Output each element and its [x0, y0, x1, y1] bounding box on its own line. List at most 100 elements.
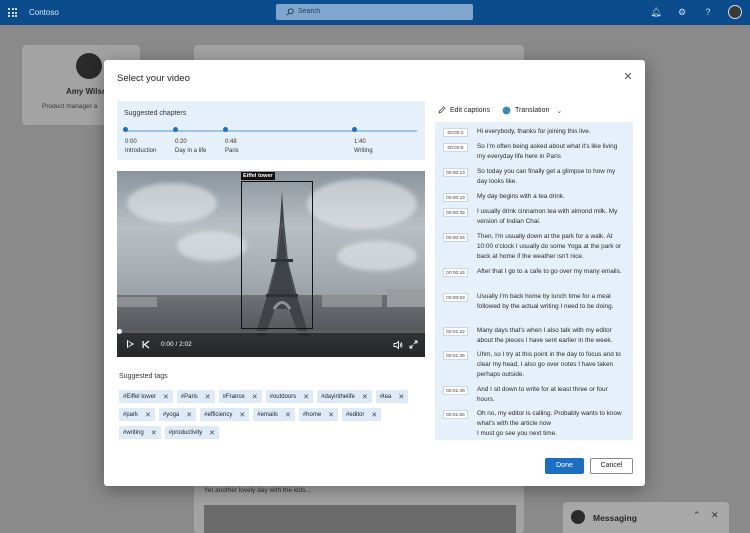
tag-chip[interactable]: #dayinthelife ✕	[317, 390, 372, 403]
tag-chip[interactable]: #productivity ✕	[164, 426, 220, 439]
building	[117, 297, 157, 307]
tag-label: #Eiffel tower	[123, 393, 156, 400]
play-icon[interactable]	[127, 340, 134, 348]
seek-bar[interactable]	[117, 329, 425, 334]
tag-label: #yoga	[162, 411, 180, 418]
remove-tag-icon[interactable]: ✕	[151, 429, 157, 437]
remove-tag-icon[interactable]: ✕	[285, 411, 291, 419]
tag-chip[interactable]: #park ✕	[119, 408, 155, 421]
caption-text: Many days that's when I also talk with m…	[477, 327, 613, 344]
chapter-name[interactable]: Day in a life	[175, 148, 206, 154]
tag-chip[interactable]: #efficiency ✕	[200, 408, 250, 421]
chapter-marker[interactable]	[352, 127, 357, 132]
remove-tag-icon[interactable]: ✕	[163, 393, 169, 401]
tag-chip[interactable]: #outdoors ✕	[265, 390, 314, 403]
skip-back-icon[interactable]	[142, 340, 150, 349]
remove-tag-icon[interactable]: ✕	[205, 393, 211, 401]
remove-tag-icon[interactable]: ✕	[303, 393, 309, 401]
caption-timestamp: 00:00:53	[443, 293, 468, 302]
edit-captions-button[interactable]: Edit captions	[438, 106, 490, 114]
tag-chip[interactable]: #writing ✕	[119, 426, 161, 439]
remove-tag-icon[interactable]: ✕	[371, 411, 377, 419]
cloud	[307, 179, 417, 229]
tags-title: Suggested tags	[119, 373, 168, 380]
tag-chip[interactable]: #Eiffel tower ✕	[119, 390, 173, 403]
tag-chip[interactable]: #France ✕	[218, 390, 262, 403]
chapter-name[interactable]: Writing	[354, 148, 373, 154]
tag-chip[interactable]: #emails ✕	[253, 408, 295, 421]
chapters-title: Suggested chapters	[124, 110, 187, 117]
tag-chip[interactable]: #yoga ✕	[158, 408, 197, 421]
chapter-name[interactable]: Paris	[225, 148, 239, 154]
chapter-name[interactable]: Introduction	[125, 148, 156, 154]
notification-bell-icon[interactable]: 🔔︎	[650, 6, 662, 18]
tag-list: #Eiffel tower ✕ #Paris ✕ #France ✕ #outdoor…	[119, 390, 419, 439]
chapter-time: 0:48	[225, 139, 237, 145]
remove-tag-icon[interactable]: ✕	[328, 411, 334, 419]
chapter-marker[interactable]	[123, 127, 128, 132]
help-icon[interactable]: ?	[702, 6, 714, 18]
chevron-up-icon[interactable]: ⌃	[693, 510, 701, 521]
playback-time: 0:00 / 2:02	[161, 341, 192, 348]
chapter-marker[interactable]	[173, 127, 178, 132]
caption-text: My day begins with a tea drink.	[477, 193, 565, 200]
tag-label: #productivity	[168, 429, 203, 436]
building	[387, 289, 425, 307]
profile-avatar	[76, 53, 102, 79]
feed-post-image	[204, 505, 516, 533]
remove-tag-icon[interactable]: ✕	[398, 393, 404, 401]
caption-text: Hi everybody, thanks for joining this li…	[477, 128, 591, 135]
remove-tag-icon[interactable]: ✕	[239, 411, 245, 419]
caption-text: So today you can finally get a glimpse t…	[477, 168, 616, 185]
close-icon[interactable]: ✕	[623, 72, 633, 83]
volume-icon[interactable]	[393, 340, 403, 350]
messaging-panel[interactable]: Messaging ⌃ ✕	[563, 502, 729, 533]
caption-timestamp: 00:00:44	[443, 268, 468, 277]
caption-timestamp: 00:01:49	[443, 386, 468, 395]
globe-icon	[502, 106, 511, 115]
caption-text: Then, I'm usually down at the park for a…	[477, 233, 622, 260]
messaging-label: Messaging	[593, 513, 637, 523]
caption-timestamp: 00:00:34	[443, 233, 468, 242]
caption-text: I usually drink cinnamon tea with almond…	[477, 208, 618, 225]
cloud	[127, 183, 217, 223]
captions-list: 00:00:2 Hi everybody, thanks for joining …	[435, 122, 633, 440]
caption-text: So I'm often being asked about what it's…	[477, 143, 618, 160]
select-video-dialog: Select your video ✕ Suggested chapters 0…	[104, 60, 645, 486]
tag-label: #editor	[346, 411, 365, 418]
search-input[interactable]: Search	[276, 4, 473, 20]
done-button[interactable]: Done	[545, 458, 584, 474]
chapters-track	[125, 130, 417, 132]
chapter-marker[interactable]	[223, 127, 228, 132]
search-icon	[286, 8, 294, 16]
tag-chip[interactable]: #home ✕	[298, 408, 339, 421]
chapter-time: 0:00	[125, 139, 137, 145]
remove-tag-icon[interactable]: ✕	[186, 411, 192, 419]
remove-tag-icon[interactable]: ✕	[252, 393, 258, 401]
cloud	[337, 241, 417, 271]
search-placeholder: Search	[298, 8, 321, 15]
remove-tag-icon[interactable]: ✕	[145, 411, 151, 419]
user-avatar[interactable]	[728, 5, 742, 19]
caption-timestamp: 00:00:6	[443, 143, 468, 152]
tag-label: #tea	[379, 393, 392, 400]
brand-name[interactable]: Contoso	[29, 8, 59, 17]
seek-knob[interactable]	[117, 329, 122, 334]
remove-tag-icon[interactable]: ✕	[362, 393, 368, 401]
gear-icon[interactable]: ⚙	[676, 6, 688, 18]
tag-chip[interactable]: #tea ✕	[375, 390, 409, 403]
caption-text: After that I go to a cafe to go over my …	[477, 268, 622, 275]
feed-post-text: Yet another lovely day with the kids...	[204, 487, 311, 494]
building	[322, 295, 382, 307]
edit-captions-label: Edit captions	[450, 106, 491, 114]
close-icon[interactable]: ✕	[711, 510, 719, 521]
app-launcher-icon[interactable]	[8, 8, 17, 17]
caption-text: And I sit down to write for at least thr…	[477, 386, 608, 403]
tag-chip[interactable]: #Paris ✕	[176, 390, 215, 403]
fullscreen-icon[interactable]	[409, 340, 418, 349]
translation-dropdown[interactable]: Translation ⌄	[502, 106, 562, 115]
video-player[interactable]: Eiffel tower 0:00 / 2:02	[117, 171, 425, 357]
tag-chip[interactable]: #editor ✕	[342, 408, 382, 421]
cancel-button[interactable]: Cancel	[590, 458, 633, 474]
remove-tag-icon[interactable]: ✕	[209, 429, 215, 437]
